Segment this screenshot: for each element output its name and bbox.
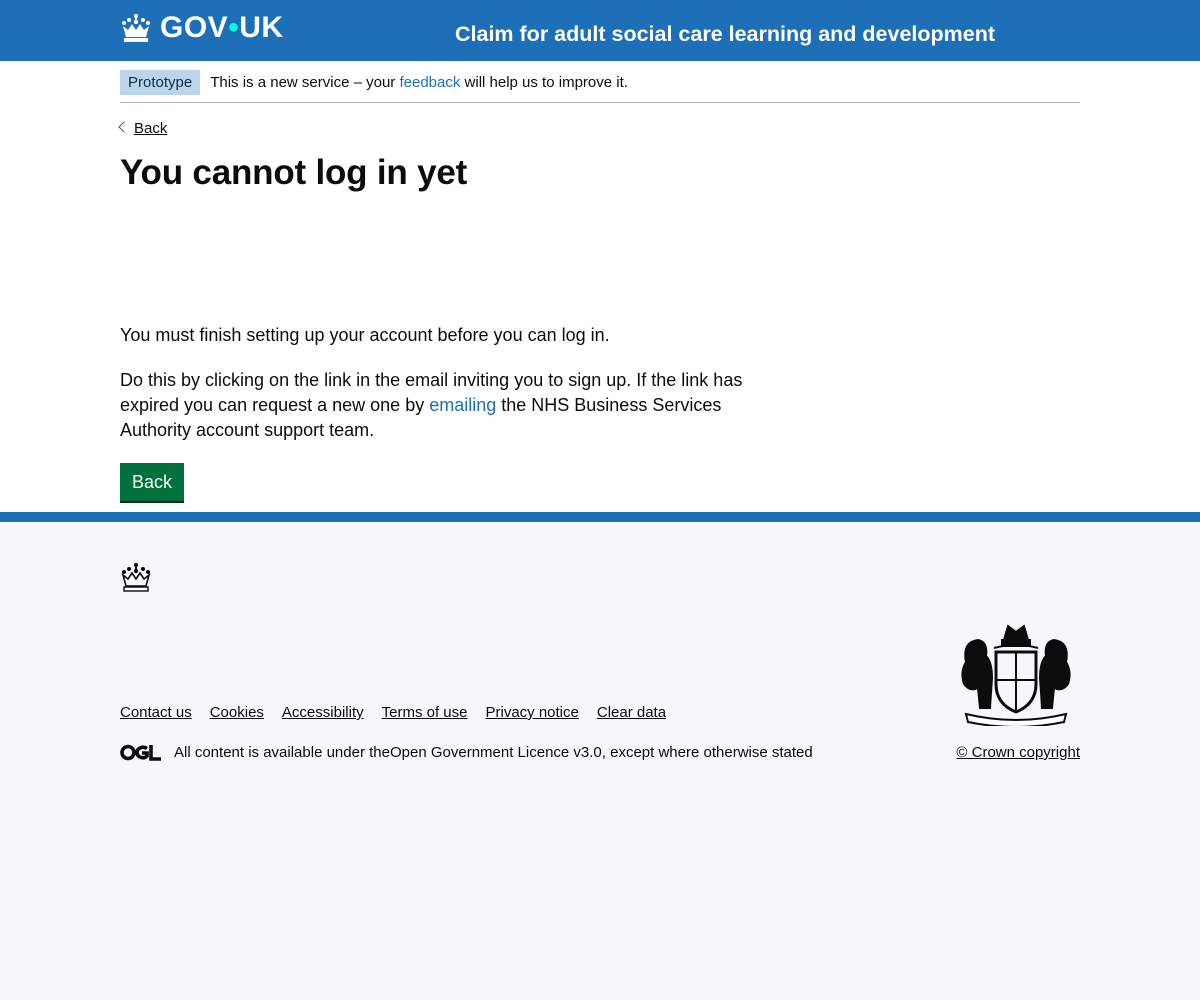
back-button[interactable]: Back xyxy=(120,463,185,501)
licence-statement: All content is available under the Open … xyxy=(120,744,813,761)
site-footer: Contact us Cookies Accessibility Terms o… xyxy=(0,512,1200,1000)
footer-link-cookies[interactable]: Cookies xyxy=(210,704,264,721)
licence-text-before: All content is available under the xyxy=(174,744,390,761)
service-name-link[interactable]: Claim for adult social care learning and… xyxy=(455,20,995,48)
body-paragraph-1: You must finish setting up your account … xyxy=(120,325,610,345)
crown-copyright-link[interactable]: © Crown copyright xyxy=(956,744,1080,761)
back-link[interactable]: Back xyxy=(134,120,167,137)
chevron-left-icon xyxy=(118,121,130,133)
footer-link-privacy-notice[interactable]: Privacy notice xyxy=(485,704,578,721)
phase-banner-text: This is a new service – your feedback wi… xyxy=(210,73,628,91)
phase-banner: Prototype This is a new service – your f… xyxy=(120,61,1080,103)
footer-link-contact-us[interactable]: Contact us xyxy=(120,704,192,721)
footer-links: Contact us Cookies Accessibility Terms o… xyxy=(120,704,684,721)
page: GOV•UK Claim for adult social care learn… xyxy=(0,0,1200,512)
crown-icon xyxy=(121,563,151,592)
feedback-link[interactable]: feedback xyxy=(399,74,460,91)
royal-coat-of-arms-icon xyxy=(961,624,1071,726)
body-paragraph-2: Do this by clicking on the link in the e… xyxy=(120,370,743,440)
footer-link-clear-data[interactable]: Clear data xyxy=(597,704,666,721)
page-title: You cannot log in yet xyxy=(120,153,468,192)
govuk-logo-text: GOV•UK xyxy=(160,11,284,44)
licence-text-after: , except where otherwise stated xyxy=(601,744,813,761)
footer-link-accessibility[interactable]: Accessibility xyxy=(282,704,364,721)
footer-link-terms-of-use[interactable]: Terms of use xyxy=(382,704,468,721)
emailing-link[interactable]: emailing xyxy=(429,395,496,415)
ogl-licence-link[interactable]: Open Government Licence v3.0 xyxy=(390,744,602,761)
site-header: GOV•UK Claim for adult social care learn… xyxy=(0,0,1200,61)
crown-icon xyxy=(122,14,150,42)
phase-tag: Prototype xyxy=(120,69,201,95)
govuk-logo-link[interactable]: GOV•UK xyxy=(120,12,284,44)
ogl-logo-icon xyxy=(120,744,161,761)
